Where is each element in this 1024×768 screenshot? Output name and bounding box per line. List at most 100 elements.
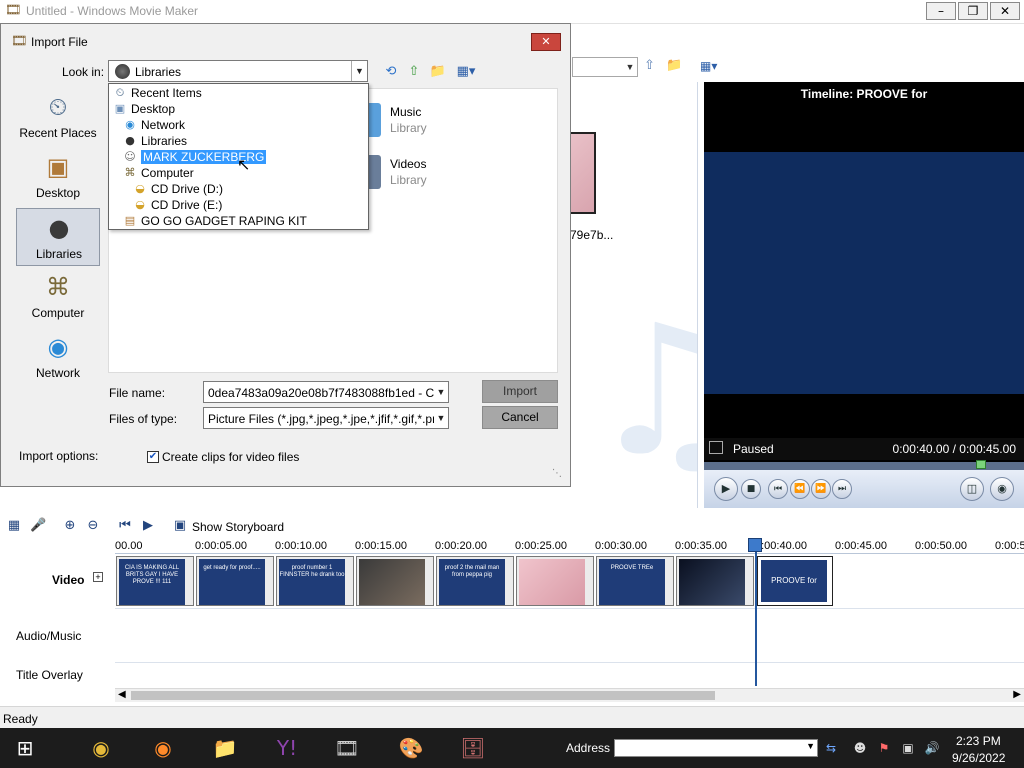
selected-clip[interactable]: PROOVE for (757, 556, 833, 606)
look-in-option[interactable]: ◉ Network (109, 117, 368, 133)
timeline-clip[interactable] (516, 556, 594, 606)
cancel-button[interactable]: Cancel (482, 406, 558, 429)
timeline-horizontal-scrollbar[interactable]: ◀ ▶ (115, 688, 1024, 702)
chevron-down-icon[interactable]: ▼ (434, 408, 448, 428)
look-in-combo[interactable]: Libraries ▼ (108, 60, 368, 82)
timeline-ruler[interactable]: 00.00 0:00:05.00 0:00:10.00 0:00:15.00 0:00:… (115, 538, 1024, 554)
address-input[interactable]: ▼ (614, 739, 818, 757)
collection-item-label[interactable]: 79e7b... (570, 228, 613, 242)
scroll-right-icon[interactable]: ▶ (1013, 689, 1021, 700)
collection-thumbnail[interactable] (570, 132, 596, 214)
look-in-option[interactable]: ◒ CD Drive (D:) (109, 181, 368, 197)
place-recent-places[interactable]: ⏲ Recent Places (16, 88, 100, 146)
show-storyboard-button[interactable]: Show Storyboard (192, 520, 284, 534)
go-arrow-icon[interactable]: ⇆ (823, 740, 839, 756)
place-libraries[interactable]: ● Libraries (16, 208, 100, 266)
fast-forward-icon[interactable]: ⏩ (811, 479, 831, 499)
seek-bar[interactable] (704, 460, 1024, 470)
timeline-clip[interactable]: PROOVE TREe (596, 556, 674, 606)
storyboard-icon[interactable]: ▣ (172, 518, 188, 534)
resize-grip-icon[interactable]: ⋱ (552, 468, 562, 479)
rewind-timeline-icon[interactable]: ⏮ (117, 518, 133, 534)
firefox-icon[interactable]: ◉ (146, 732, 180, 764)
volume-icon[interactable]: 🔊 (924, 740, 940, 756)
chevron-down-icon[interactable]: ▼ (806, 741, 815, 751)
set-audio-levels-icon[interactable]: ▦ (6, 518, 22, 534)
stop-icon[interactable]: ■ (741, 479, 761, 499)
file-explorer-icon[interactable]: 📁 (208, 732, 242, 764)
play-icon[interactable]: ▶ (714, 477, 738, 501)
close-window-button[interactable]: ✕ (990, 2, 1020, 20)
narrate-microphone-icon[interactable]: 🎤 (30, 518, 46, 534)
timeline-clip[interactable]: get ready for proof..... (196, 556, 274, 606)
dialog-close-button[interactable]: ✕ (531, 33, 561, 51)
look-in-option[interactable]: ▣ Desktop (109, 101, 368, 117)
place-desktop[interactable]: ▣ Desktop (16, 148, 100, 206)
previous-frame-icon[interactable]: ⏮ (768, 479, 788, 499)
timeline-clip[interactable]: CIA IS MAKING ALL BRITS GAY I HAVE PROVE… (116, 556, 194, 606)
view-menu-icon[interactable]: ▦▾ (453, 63, 479, 81)
files-of-type-select[interactable]: Picture Files (*.jpg,*.jpeg,*.jpe,*.jfif… (203, 407, 449, 429)
minimize-button[interactable]: – (926, 2, 956, 20)
collections-toolbar: ▼ ⇧ 📁 ▦▾ (570, 52, 1024, 82)
expand-track-icon[interactable]: + (93, 572, 103, 582)
library-item-subtitle: Library (390, 121, 427, 135)
collections-combo[interactable]: ▼ (572, 57, 638, 77)
chevron-down-icon[interactable]: ▼ (434, 382, 448, 402)
create-clips-checkbox[interactable]: ✔ (147, 451, 159, 463)
libraries-icon (115, 64, 130, 79)
look-in-option[interactable]: ▤ GO GO GADGET RAPING KIT (109, 213, 368, 229)
camera-snapshot-icon[interactable]: ◉ (990, 477, 1014, 501)
view-options-icon[interactable]: ▦▾ (700, 58, 724, 74)
up-one-level-icon[interactable]: ⇧ (405, 63, 423, 81)
back-icon[interactable]: ⟲ (382, 63, 400, 81)
maximize-button[interactable]: ❐ (958, 2, 988, 20)
seek-thumb[interactable] (976, 460, 986, 469)
timeline-clip[interactable]: proof number 1 FINNSTER he drank too (276, 556, 354, 606)
look-in-option[interactable]: ◒ CD Drive (E:) (109, 197, 368, 213)
play-timeline-icon[interactable]: ▶ (140, 518, 156, 534)
clock-date[interactable]: 9/26/2022 (952, 751, 1005, 765)
chevron-down-icon[interactable]: ▼ (351, 61, 367, 81)
computer-icon: ⌘ (46, 273, 70, 301)
up-folder-icon[interactable]: ⇧ (644, 58, 660, 74)
library-item-title[interactable]: Videos (390, 157, 426, 171)
zoom-out-icon[interactable]: ⊖ (85, 518, 101, 534)
split-clip-icon[interactable]: ◫ (960, 477, 984, 501)
mouse-cursor-icon: ↖ (237, 155, 251, 174)
create-clips-label[interactable]: Create clips for video files (162, 450, 299, 464)
next-frame-icon[interactable]: ⏭ (832, 479, 852, 499)
emoji-icon[interactable]: ☻ (852, 740, 868, 756)
timeline-clip[interactable] (676, 556, 754, 606)
new-folder-icon[interactable]: 📁 (429, 63, 447, 81)
scroll-left-icon[interactable]: ◀ (118, 689, 126, 700)
new-folder-icon[interactable]: 📁 (666, 58, 682, 74)
rewind-icon[interactable]: ⏪ (790, 479, 810, 499)
look-in-option[interactable]: ● Libraries (109, 133, 368, 149)
look-in-option-label: Libraries (141, 134, 188, 148)
look-in-option[interactable]: ⏲ Recent Items (109, 85, 368, 101)
address-toolbar-label: Address (566, 741, 611, 755)
installer-icon[interactable]: 🗄 (456, 732, 490, 764)
clock-time[interactable]: 2:23 PM (956, 734, 1001, 748)
split-view-icon[interactable] (709, 441, 723, 454)
network-icon: ◉ (47, 333, 69, 361)
flag-alert-icon[interactable]: ⚑ (876, 740, 892, 756)
start-windows-icon[interactable]: ⊞ (8, 732, 42, 764)
yahoo-icon[interactable]: Y! (270, 732, 304, 764)
main-title-bar[interactable]: 🎞 Untitled - Windows Movie Maker – ❐ ✕ (0, 0, 1024, 24)
place-network[interactable]: ◉ Network (16, 328, 100, 386)
zoom-in-icon[interactable]: ⊕ (62, 518, 78, 534)
place-computer[interactable]: ⌘ Computer (16, 268, 100, 326)
movie-maker-taskbar-icon[interactable]: 🎞 (330, 732, 364, 764)
paint-icon[interactable]: 🎨 (394, 732, 428, 764)
playhead-marker[interactable] (748, 538, 762, 552)
timeline-clip[interactable] (356, 556, 434, 606)
library-item-title[interactable]: Music (390, 105, 421, 119)
chrome-icon[interactable]: ◉ (84, 732, 118, 764)
network-tray-icon[interactable]: ▣ (900, 740, 916, 756)
scrollbar-thumb[interactable] (131, 691, 715, 700)
import-button[interactable]: Import (482, 380, 558, 403)
file-name-input[interactable]: 0dea7483a09a20e08b7f7483088fb1ed - Copy,… (203, 381, 449, 403)
timeline-clip[interactable]: proof 2 the mail man from peppa pig (436, 556, 514, 606)
